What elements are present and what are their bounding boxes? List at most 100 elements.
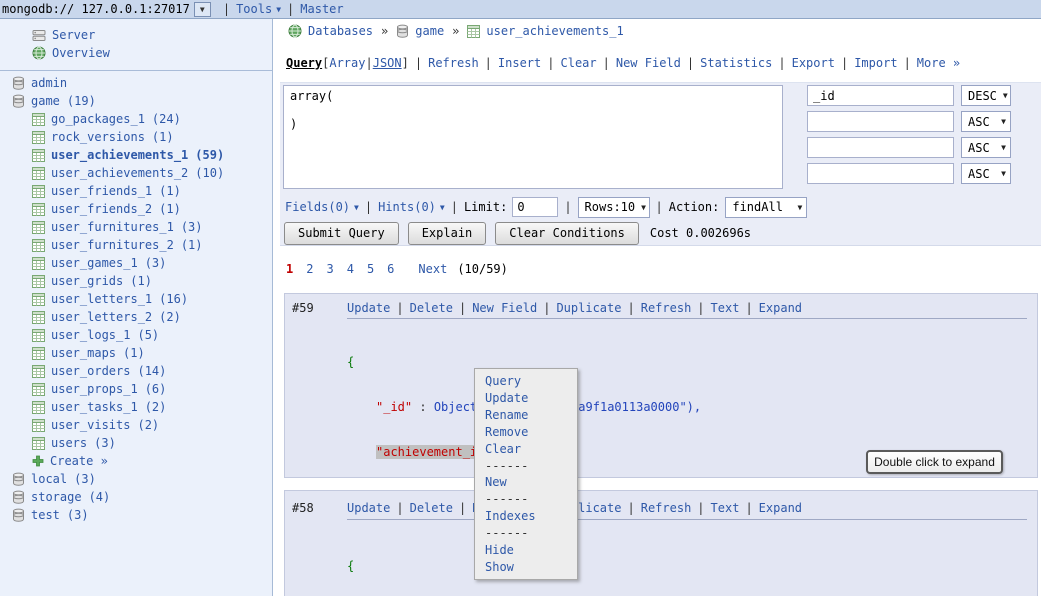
sort-order-select-4[interactable]: ASC▼ <box>961 163 1011 184</box>
sort-order-select-1[interactable]: DESC▼ <box>961 85 1011 106</box>
collection-item-user_logs_1[interactable]: user_logs_1(5) <box>0 326 272 344</box>
record-action-text[interactable]: Text <box>711 301 740 315</box>
collection-item-go_packages_1[interactable]: go_packages_1(24) <box>0 110 272 128</box>
record-action-expand[interactable]: Expand <box>759 301 802 315</box>
collection-item-user_achievements_1[interactable]: user_achievements_1(59) <box>0 146 272 164</box>
collection-item-user_letters_1[interactable]: user_letters_1(16) <box>0 290 272 308</box>
collection-link[interactable]: user_letters_1(16) <box>51 292 188 306</box>
collection-link[interactable]: user_grids(1) <box>51 274 152 288</box>
collection-item-user_friends_2[interactable]: user_friends_2(1) <box>0 200 272 218</box>
sort-field-input-4[interactable] <box>807 163 954 184</box>
collection-link[interactable]: user_friends_2(1) <box>51 202 181 216</box>
record-action-duplicate[interactable]: Duplicate <box>556 301 621 315</box>
collection-link[interactable]: user_games_1(3) <box>51 256 166 270</box>
limit-input[interactable] <box>512 197 558 217</box>
record-action-text[interactable]: Text <box>711 501 740 515</box>
collection-link[interactable]: user_friends_1(1) <box>51 184 181 198</box>
tools-menu[interactable]: Tools <box>236 2 272 16</box>
collection-item-user_props_1[interactable]: user_props_1(6) <box>0 380 272 398</box>
statistics-link[interactable]: Statistics <box>700 56 772 70</box>
collection-link[interactable]: users(3) <box>51 436 116 450</box>
json-view-link[interactable]: JSON <box>373 56 402 70</box>
collection-link[interactable]: user_letters_2(2) <box>51 310 181 324</box>
collection-link[interactable]: go_packages_1(24) <box>51 112 181 126</box>
collection-link[interactable]: user_tasks_1(2) <box>51 400 166 414</box>
collection-item-user_furnitures_2[interactable]: user_furnitures_2(1) <box>0 236 272 254</box>
collection-link[interactable]: user_logs_1(5) <box>51 328 159 342</box>
query-textarea[interactable]: array( ) <box>283 85 783 189</box>
json-key[interactable]: "_id" <box>376 400 412 414</box>
record-action-refresh[interactable]: Refresh <box>641 301 692 315</box>
collection-link[interactable]: user_orders(14) <box>51 364 166 378</box>
create-collection-item[interactable]: Create » <box>0 452 272 470</box>
record-action-new-field[interactable]: New Field <box>472 301 537 315</box>
record-action-delete[interactable]: Delete <box>410 301 453 315</box>
collection-item-user_achievements_2[interactable]: user_achievements_2(10) <box>0 164 272 182</box>
collection-item-user_furnitures_1[interactable]: user_furnitures_1(3) <box>0 218 272 236</box>
database-item-test[interactable]: test(3) <box>0 506 272 524</box>
collection-link[interactable]: user_maps(1) <box>51 346 145 360</box>
breadcrumb-collection[interactable]: user_achievements_1 <box>486 24 623 38</box>
next-page-link[interactable]: Next <box>418 262 447 276</box>
database-item-storage[interactable]: storage(4) <box>0 488 272 506</box>
collection-link[interactable]: user_furnitures_2(1) <box>51 238 203 252</box>
record-action-update[interactable]: Update <box>347 501 390 515</box>
context-menu-item-rename[interactable]: Rename <box>475 408 577 422</box>
context-menu-item-update[interactable]: Update <box>475 391 577 405</box>
new-field-link[interactable]: New Field <box>616 56 681 70</box>
fields-dropdown[interactable]: Fields(0) <box>285 200 350 214</box>
record-action-delete[interactable]: Delete <box>410 501 453 515</box>
submit-query-button[interactable]: Submit Query <box>284 222 399 245</box>
hints-dropdown[interactable]: Hints(0) <box>378 200 436 214</box>
breadcrumb-databases[interactable]: Databases <box>308 24 373 38</box>
sidebar-item-overview[interactable]: Overview <box>0 44 272 62</box>
database-item-admin[interactable]: admin <box>0 74 272 92</box>
master-link[interactable]: Master <box>300 2 343 16</box>
server-select-button[interactable]: ▼ <box>194 2 211 17</box>
rows-select[interactable]: Rows:10▼ <box>578 197 650 218</box>
sort-order-select-2[interactable]: ASC▼ <box>961 111 1011 132</box>
collection-link[interactable]: rock_versions(1) <box>51 130 174 144</box>
context-menu-item-clear[interactable]: Clear <box>475 442 577 456</box>
database-link[interactable]: admin <box>31 76 67 90</box>
context-menu-item-hide[interactable]: Hide <box>475 543 577 557</box>
collection-item-user_tasks_1[interactable]: user_tasks_1(2) <box>0 398 272 416</box>
collection-link[interactable]: user_furnitures_1(3) <box>51 220 203 234</box>
database-link[interactable]: storage(4) <box>31 490 110 504</box>
collection-link[interactable]: user_visits(2) <box>51 418 159 432</box>
database-item-local[interactable]: local(3) <box>0 470 272 488</box>
record-action-refresh[interactable]: Refresh <box>641 501 692 515</box>
clear-conditions-button[interactable]: Clear Conditions <box>495 222 639 245</box>
collection-item-users[interactable]: users(3) <box>0 434 272 452</box>
insert-link[interactable]: Insert <box>498 56 541 70</box>
context-menu-item-new[interactable]: New <box>475 475 577 489</box>
record-action-expand[interactable]: Expand <box>759 501 802 515</box>
context-menu-item-remove[interactable]: Remove <box>475 425 577 439</box>
database-item-game[interactable]: game(19) <box>0 92 272 110</box>
page-link-2[interactable]: 2 <box>306 262 313 276</box>
page-link-3[interactable]: 3 <box>326 262 333 276</box>
collection-item-user_letters_2[interactable]: user_letters_2(2) <box>0 308 272 326</box>
database-link[interactable]: test(3) <box>31 508 89 522</box>
sort-field-input-1[interactable] <box>807 85 954 106</box>
export-link[interactable]: Export <box>792 56 835 70</box>
collection-item-user_games_1[interactable]: user_games_1(3) <box>0 254 272 272</box>
action-select[interactable]: findAll▼ <box>725 197 807 218</box>
context-menu-item-show[interactable]: Show <box>475 560 577 574</box>
collection-item-user_maps[interactable]: user_maps(1) <box>0 344 272 362</box>
collection-item-rock_versions[interactable]: rock_versions(1) <box>0 128 272 146</box>
create-collection-link[interactable]: Create » <box>50 454 108 468</box>
collection-item-user_orders[interactable]: user_orders(14) <box>0 362 272 380</box>
array-view-link[interactable]: Array <box>329 56 365 70</box>
collection-link[interactable]: user_achievements_2(10) <box>51 166 224 180</box>
page-link-4[interactable]: 4 <box>347 262 354 276</box>
page-link-6[interactable]: 6 <box>387 262 394 276</box>
collection-link-selected[interactable]: user_achievements_1(59) <box>51 148 224 162</box>
page-link-5[interactable]: 5 <box>367 262 374 276</box>
import-link[interactable]: Import <box>854 56 897 70</box>
record-action-update[interactable]: Update <box>347 301 390 315</box>
clear-link[interactable]: Clear <box>561 56 597 70</box>
sort-field-input-2[interactable] <box>807 111 954 132</box>
refresh-link[interactable]: Refresh <box>428 56 479 70</box>
sort-order-select-3[interactable]: ASC▼ <box>961 137 1011 158</box>
